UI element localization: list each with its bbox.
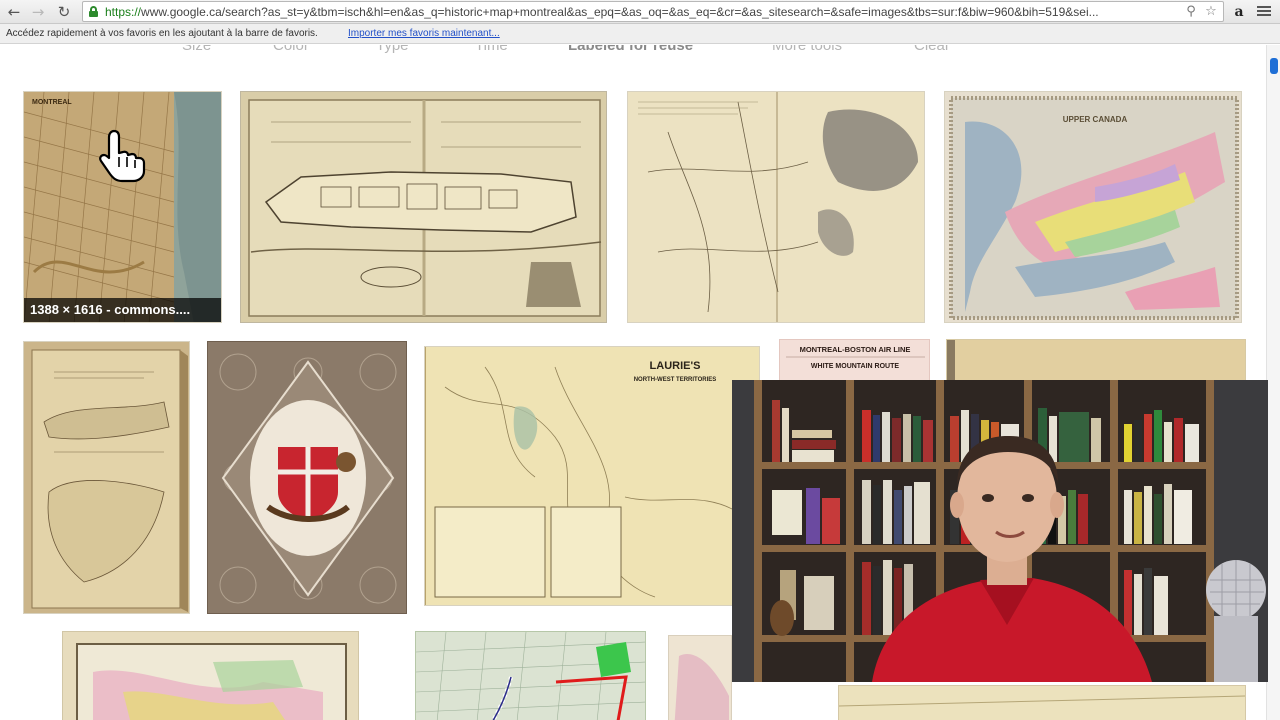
- result-thumbnail-north-america-outline-map[interactable]: [627, 91, 925, 323]
- tool-clear[interactable]: Clear: [914, 45, 950, 54]
- forward-arrow-icon[interactable]: →: [28, 2, 48, 22]
- page-scrollbar[interactable]: [1266, 45, 1280, 720]
- webcam-video-frame: [732, 380, 1268, 682]
- lock-icon: [89, 6, 98, 17]
- result-thumbnail-fortified-town-plan[interactable]: [240, 91, 607, 323]
- url-path: www.google.ca/search?as_st=y&tbm=isch&hl…: [141, 5, 1099, 19]
- url-text[interactable]: https://www.google.ca/search?as_st=y&tbm…: [105, 5, 1175, 19]
- thumb-title-laurie: LAURIE'S: [650, 360, 701, 372]
- address-bar[interactable]: https://www.google.ca/search?as_st=y&tbm…: [82, 1, 1224, 22]
- star-icon[interactable]: ☆: [1203, 4, 1219, 20]
- result-thumbnail-montreal-boston-air-line[interactable]: MONTREAL-BOSTON AIR LINE WHITE MOUNTAIN …: [779, 339, 930, 381]
- scrollbar-thumb[interactable]: [1270, 58, 1278, 74]
- bookmarks-bar: Accédez rapidement à vos favoris en les …: [0, 24, 1280, 44]
- result-thumbnail-upper-canada-map[interactable]: UPPER CANADA: [944, 91, 1242, 323]
- thumb-title-white-mountain: WHITE MOUNTAIN ROUTE: [811, 363, 899, 370]
- thumb-title-upper-canada: UPPER CANADA: [1063, 115, 1128, 124]
- result-thumbnail-island-map-book[interactable]: [23, 341, 190, 614]
- amazon-icon[interactable]: a: [1230, 3, 1248, 21]
- browser-toolbar: ← → ↻ https://www.google.ca/search?as_st…: [0, 0, 1280, 24]
- search-tools-row: Size Color Type Time Labeled for reuse M…: [0, 45, 1266, 54]
- thumb-title-montreal: MONTREAL: [32, 99, 72, 106]
- thumb-subtitle-laurie: NORTH-WEST TERRITORIES: [634, 377, 717, 383]
- tool-size[interactable]: Size: [182, 45, 211, 54]
- bookmarks-bar-message: Accédez rapidement à vos favoris en les …: [6, 28, 318, 39]
- back-arrow-icon[interactable]: ←: [4, 2, 24, 22]
- result-thumbnail-laurie-north-west-map[interactable]: LAURIE'S NORTH-WEST TERRITORIES: [424, 346, 760, 606]
- tool-type[interactable]: Type: [376, 45, 409, 54]
- url-scheme: https://: [105, 5, 142, 19]
- webcam-overlay: [732, 380, 1268, 682]
- result-thumbnail-pink-district-map[interactable]: [668, 635, 732, 720]
- result-thumbnail-parchment-map[interactable]: [946, 339, 1246, 381]
- hand-pointer-icon: [96, 127, 150, 183]
- magnifier-icon[interactable]: ⚲: [1183, 4, 1199, 20]
- tool-more-tools[interactable]: More tools: [772, 45, 842, 54]
- import-bookmarks-link[interactable]: Importer mes favoris maintenant...: [348, 24, 500, 44]
- hamburger-menu-icon[interactable]: [1256, 4, 1272, 20]
- tool-color[interactable]: Color: [273, 45, 309, 54]
- thumb-title-air-line: MONTREAL-BOSTON AIR LINE: [800, 345, 911, 354]
- result-thumbnail-ornate-border-map[interactable]: [62, 631, 359, 720]
- tool-labeled-for-reuse[interactable]: Labeled for reuse: [568, 45, 693, 54]
- result-thumbnail-yellow-map[interactable]: [838, 685, 1246, 720]
- tool-time[interactable]: Time: [475, 45, 508, 54]
- result-thumbnail-coat-of-arms[interactable]: [207, 341, 407, 614]
- reload-icon[interactable]: ↻: [54, 2, 74, 22]
- result-thumbnail-montreal-street-map[interactable]: MONTREAL 1388 × 1616 - commons....: [23, 91, 222, 323]
- image-caption: 1388 × 1616 - commons....: [24, 298, 221, 322]
- result-thumbnail-transit-map[interactable]: [415, 631, 646, 720]
